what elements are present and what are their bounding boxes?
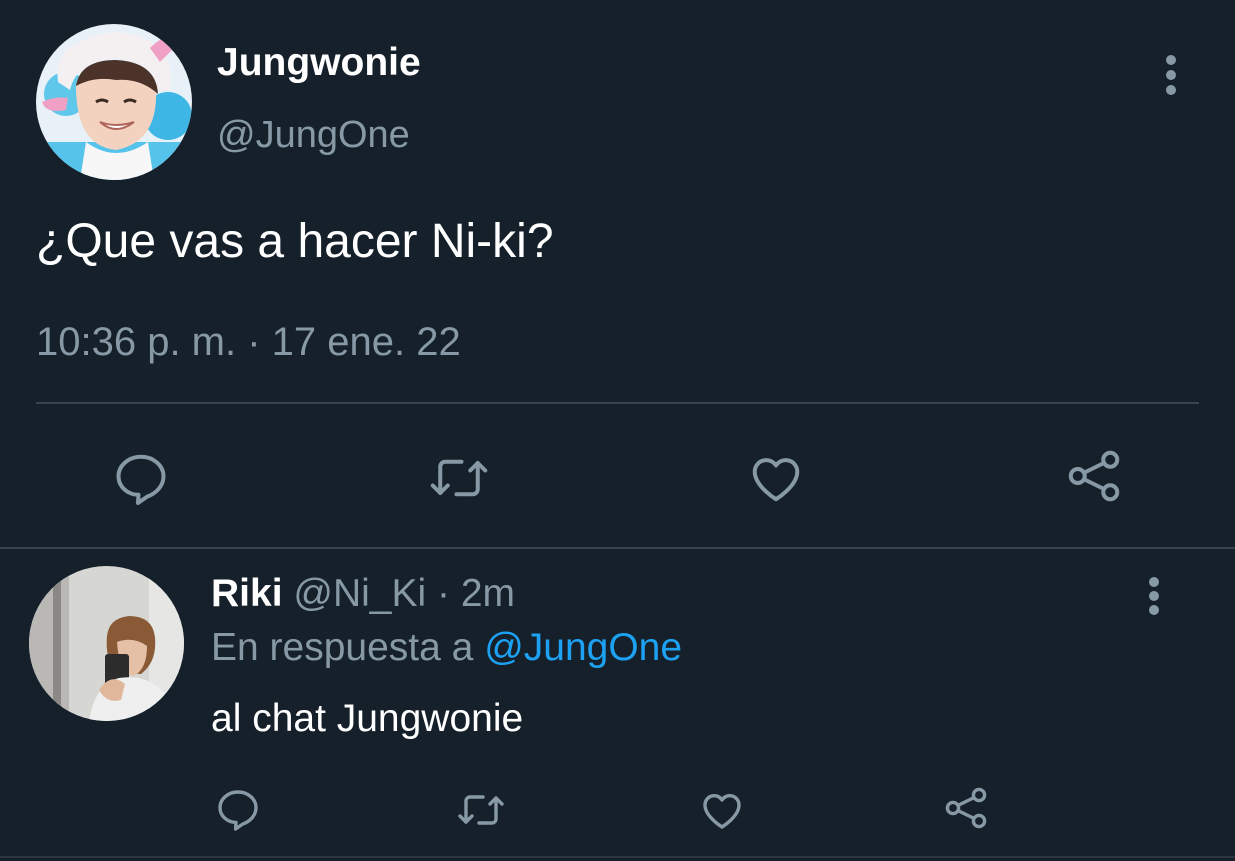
avatar-image (29, 566, 184, 721)
reply-retweet-icon[interactable] (455, 786, 507, 834)
reply-time[interactable]: 2m (461, 572, 515, 615)
tweet-detail-screen: Jungwonie @JungOne ¿Que vas a hacer Ni-k… (0, 0, 1235, 861)
reply-author-handle[interactable]: @Ni_Ki (293, 572, 426, 615)
like-icon[interactable] (745, 448, 807, 508)
more-options-icon[interactable] (1154, 52, 1188, 98)
mention-link[interactable]: @JungOne (484, 626, 682, 669)
reply-share-icon[interactable] (941, 784, 991, 832)
reply-like-icon[interactable] (697, 786, 747, 834)
reply-author-name[interactable]: Riki (211, 572, 283, 615)
section-divider (0, 547, 1235, 549)
share-icon[interactable] (1063, 446, 1125, 506)
tweet-timestamp[interactable]: 10:36 p. m. · 17 ene. 22 (36, 318, 461, 366)
tweet-text: ¿Que vas a hacer Ni-ki? (36, 215, 554, 268)
avatar-image (36, 24, 192, 180)
avatar-jungwonie[interactable] (36, 24, 192, 180)
divider (36, 402, 1199, 404)
reply-more-options-icon[interactable] (1138, 574, 1170, 618)
avatar-riki[interactable] (29, 566, 184, 721)
author-handle[interactable]: @JungOne (217, 112, 410, 158)
retweet-icon[interactable] (426, 448, 492, 508)
reply-context: En respuesta a @JungOne (211, 624, 682, 672)
reply-context-prefix: En respuesta a (211, 626, 474, 669)
reply-separator: · (426, 572, 461, 615)
reply-header: Riki @Ni_Ki · 2m (211, 570, 515, 618)
reply-reply-icon[interactable] (214, 785, 262, 833)
bottom-divider (0, 856, 1235, 858)
reply-text: al chat Jungwonie (211, 697, 524, 740)
reply-icon[interactable] (111, 448, 171, 508)
author-display-name[interactable]: Jungwonie (217, 40, 421, 86)
